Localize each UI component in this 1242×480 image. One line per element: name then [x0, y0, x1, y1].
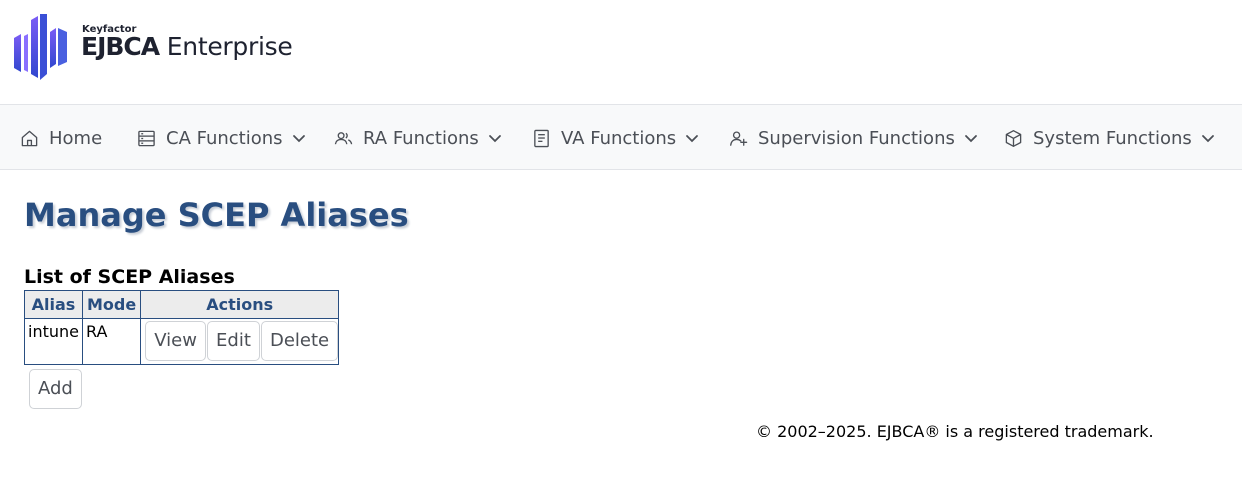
edit-button[interactable]: Edit	[207, 321, 260, 361]
app-header: Keyfactor EJBCA Enterprise	[0, 0, 1242, 104]
nav-home-label: Home	[49, 127, 103, 149]
column-header-actions: Actions	[140, 290, 340, 319]
chevron-down-icon	[1201, 135, 1214, 143]
page-title: Manage SCEP Aliases	[24, 196, 409, 234]
users-icon	[334, 131, 353, 144]
chevron-down-icon	[292, 135, 305, 143]
nav-ra-functions[interactable]: RA Functions	[334, 105, 502, 171]
nav-ca-functions-label: CA Functions	[166, 127, 283, 149]
actions-cell: View Edit Delete	[140, 318, 340, 365]
book-icon	[534, 129, 549, 147]
mode-cell: RA	[81, 318, 142, 365]
column-header-alias: Alias	[24, 290, 83, 319]
logo-product-bold: EJBCA	[81, 32, 160, 61]
footer-copyright: © 2002–2025. EJBCA® is a registered trad…	[756, 422, 1154, 441]
user-plus-icon	[730, 130, 748, 146]
logo-product-name[interactable]: EJBCA Enterprise	[81, 32, 293, 61]
add-alias-button[interactable]: Add	[29, 369, 82, 409]
column-header-mode: Mode	[81, 290, 142, 319]
scep-aliases-table: Alias Mode Actions intune RA View Edit D…	[24, 290, 340, 365]
server-icon	[138, 130, 155, 146]
nav-ra-functions-label: RA Functions	[363, 127, 479, 149]
nav-home[interactable]: Home	[20, 105, 102, 171]
table-row: intune RA View Edit Delete	[24, 318, 340, 365]
scep-aliases-list-title: List of SCEP Aliases	[24, 266, 235, 288]
chevron-down-icon	[686, 135, 699, 143]
chevron-down-icon	[964, 135, 977, 143]
alias-cell: intune	[24, 318, 83, 365]
delete-button[interactable]: Delete	[260, 321, 339, 361]
chevron-down-icon	[488, 135, 501, 143]
nav-system-functions[interactable]: System Functions	[1004, 105, 1215, 171]
main-navbar: Home CA Functions RA Functions VA Functi…	[0, 104, 1242, 170]
keyfactor-logo-icon[interactable]	[14, 14, 68, 80]
table-header-row: Alias Mode Actions	[24, 290, 340, 319]
nav-ca-functions[interactable]: CA Functions	[137, 105, 306, 171]
nav-supervision-functions[interactable]: Supervision Functions	[729, 105, 978, 171]
nav-system-functions-label: System Functions	[1033, 127, 1192, 149]
nav-va-functions[interactable]: VA Functions	[532, 105, 699, 171]
logo-product-light: Enterprise	[166, 32, 293, 61]
home-icon	[21, 130, 38, 146]
cube-icon	[1005, 129, 1022, 147]
nav-supervision-functions-label: Supervision Functions	[758, 127, 955, 149]
view-button[interactable]: View	[145, 321, 206, 361]
nav-va-functions-label: VA Functions	[561, 127, 677, 149]
